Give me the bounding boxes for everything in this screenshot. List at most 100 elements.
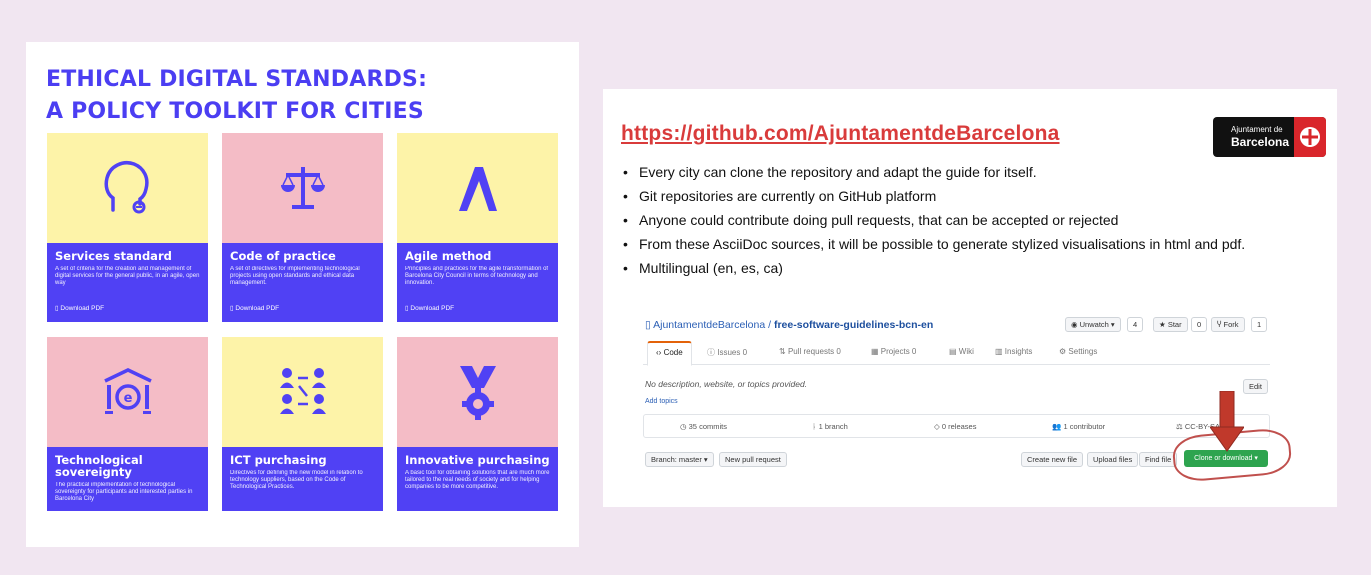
- add-topics-link[interactable]: Add topics: [645, 398, 678, 405]
- edit-button[interactable]: Edit: [1243, 379, 1268, 394]
- head-icon: [104, 161, 149, 214]
- bullet-item: Multilingual (en, es, ca): [623, 259, 1273, 278]
- eye-icon: ◉: [1071, 320, 1078, 329]
- create-new-file-button[interactable]: Create new file: [1021, 452, 1084, 467]
- card-ict-purchasing[interactable]: ICT purchasing Directives for defining t…: [222, 337, 383, 511]
- bullet-item: From these AsciiDoc sources, it will be …: [623, 235, 1273, 254]
- card-art: [397, 337, 558, 447]
- medal-gear-icon: [459, 366, 496, 420]
- repo-name-link[interactable]: free-software-guidelines-bcn-en: [774, 319, 933, 331]
- card-name: Technological sovereignty: [55, 453, 143, 479]
- card-art: e: [47, 337, 208, 447]
- tab-wiki[interactable]: ▤ Wiki: [949, 347, 974, 356]
- fork-button[interactable]: Ⴤ Fork: [1211, 317, 1245, 332]
- tab-code[interactable]: ‹› Code: [647, 341, 692, 366]
- download-pdf-link[interactable]: ▯ Download PDF: [55, 304, 104, 312]
- tab-pull-requests[interactable]: ⇅ Pull requests 0: [779, 347, 841, 356]
- github-repo-screenshot: ▯ AjuntamentdeBarcelona / free-software-…: [637, 311, 1293, 484]
- card-technological-sovereignty[interactable]: e Technological sovereignty The practica…: [47, 337, 208, 511]
- card-description: Principles and practices for the agile t…: [405, 266, 549, 286]
- card-info: Code of practice A set of directives for…: [222, 243, 383, 322]
- card-agile-method[interactable]: Agile method Principles and practices fo…: [397, 133, 558, 322]
- unwatch-button[interactable]: ◉ Unwatch ▾: [1065, 317, 1121, 332]
- tab-projects[interactable]: ▦ Projects 0: [871, 347, 916, 356]
- unwatch-count[interactable]: 4: [1127, 317, 1144, 332]
- star-count[interactable]: 0: [1191, 317, 1208, 332]
- lambda-a-icon: [458, 167, 497, 211]
- repo-owner-link[interactable]: AjuntamentdeBarcelona: [653, 319, 765, 331]
- repo-path: ▯ AjuntamentdeBarcelona / free-software-…: [645, 319, 933, 331]
- bullet-item: Every city can clone the repository and …: [623, 163, 1273, 182]
- github-slide: https://github.com/AjuntamentdeBarcelona…: [603, 89, 1337, 507]
- card-innovative-purchasing[interactable]: Innovative purchasing A basic tool for o…: [397, 337, 558, 511]
- tab-insights[interactable]: ▥ Insights: [995, 347, 1032, 356]
- card-name: Innovative purchasing: [405, 453, 550, 467]
- card-description: A set of directives for implementing tec…: [230, 266, 360, 286]
- branch-icon: ᚿ: [812, 422, 817, 431]
- graph-icon: ▥: [995, 347, 1003, 356]
- bullet-item: Git repositories are currently on GitHub…: [623, 187, 1273, 206]
- card-services-standard[interactable]: Services standard A set of criteria for …: [47, 133, 208, 322]
- card-art: [397, 133, 558, 243]
- star-button[interactable]: ★ Star: [1153, 317, 1188, 332]
- contributors-stat[interactable]: 👥 1 contributor: [1052, 422, 1105, 431]
- card-info: Innovative purchasing A basic tool for o…: [397, 447, 558, 511]
- download-pdf-link[interactable]: ▯ Download PDF: [405, 304, 454, 312]
- toolkit-title: ETHICAL DIGITAL STANDARDS: A POLICY TOOL…: [46, 64, 427, 128]
- scales-icon: [280, 167, 325, 209]
- card-art: [47, 133, 208, 243]
- barcelona-shield-icon: [1294, 117, 1326, 157]
- issue-icon: ⓘ: [707, 348, 715, 357]
- fork-icon: Ⴤ: [1217, 320, 1222, 329]
- tag-icon: ◇: [934, 422, 940, 431]
- card-description: Directives for defining the new model in…: [230, 470, 363, 490]
- code-icon: ‹›: [656, 348, 662, 357]
- upload-files-button[interactable]: Upload files: [1087, 452, 1139, 467]
- download-pdf-link[interactable]: ▯ Download PDF: [230, 304, 279, 312]
- card-name: Agile method: [405, 249, 492, 263]
- bullet-list: Every city can clone the repository and …: [623, 163, 1273, 283]
- card-art: [222, 133, 383, 243]
- people-network-icon: [279, 368, 326, 414]
- people-icon: 👥: [1052, 422, 1062, 431]
- logo-line2: Barcelona: [1231, 135, 1290, 149]
- barcelona-logo: Ajuntament de Barcelona: [1213, 117, 1326, 157]
- card-info: ICT purchasing Directives for defining t…: [222, 447, 383, 511]
- repo-description: No description, website, or topics provi…: [645, 379, 808, 389]
- releases-stat[interactable]: ◇ 0 releases: [934, 422, 976, 431]
- card-name: ICT purchasing: [230, 453, 327, 467]
- commits-stat[interactable]: ◷ 35 commits: [680, 422, 727, 431]
- logo-line1: Ajuntament de: [1231, 125, 1283, 134]
- card-info: Technological sovereignty The practical …: [47, 447, 208, 511]
- wiki-icon: ▤: [949, 347, 957, 356]
- card-description: A set of criteria for the creation and m…: [55, 266, 200, 286]
- card-code-of-practice[interactable]: Code of practice A set of directives for…: [222, 133, 383, 322]
- tab-issues[interactable]: ⓘ Issues 0: [707, 347, 747, 358]
- card-name: Code of practice: [230, 249, 336, 263]
- toolkit-title-line1: ETHICAL DIGITAL STANDARDS:: [46, 67, 428, 92]
- tab-settings[interactable]: ⚙ Settings: [1059, 347, 1097, 356]
- card-name: Services standard: [55, 249, 172, 263]
- card-art: [222, 337, 383, 447]
- branch-select[interactable]: Branch: master ▾: [645, 452, 714, 467]
- github-org-link[interactable]: https://github.com/AjuntamentdeBarcelona: [621, 122, 1060, 146]
- repo-book-icon: ▯: [645, 319, 651, 331]
- red-arrow-icon: [1210, 391, 1244, 452]
- pull-request-icon: ⇅: [779, 347, 786, 356]
- project-icon: ▦: [871, 347, 879, 356]
- branches-stat[interactable]: ᚿ 1 branch: [812, 422, 848, 431]
- find-file-button[interactable]: Find file: [1139, 452, 1178, 467]
- history-icon: ◷: [680, 422, 687, 431]
- toolkit-title-line2: A POLICY TOOLKIT FOR CITIES: [46, 99, 424, 124]
- star-icon: ★: [1159, 320, 1166, 329]
- bullet-item: Anyone could contribute doing pull reque…: [623, 211, 1273, 230]
- card-description: A basic tool for obtaining solutions tha…: [405, 470, 550, 490]
- fork-count[interactable]: 1: [1251, 317, 1268, 332]
- repo-stats-bar: ◷ 35 commits ᚿ 1 branch ◇ 0 releases 👥 1…: [643, 414, 1270, 438]
- law-icon: ⚖: [1176, 422, 1183, 431]
- repo-path-separator: /: [765, 319, 774, 331]
- svg-text:e: e: [123, 391, 132, 406]
- card-info: Agile method Principles and practices fo…: [397, 243, 558, 322]
- card-info: Services standard A set of criteria for …: [47, 243, 208, 322]
- new-pull-request-button[interactable]: New pull request: [719, 452, 787, 467]
